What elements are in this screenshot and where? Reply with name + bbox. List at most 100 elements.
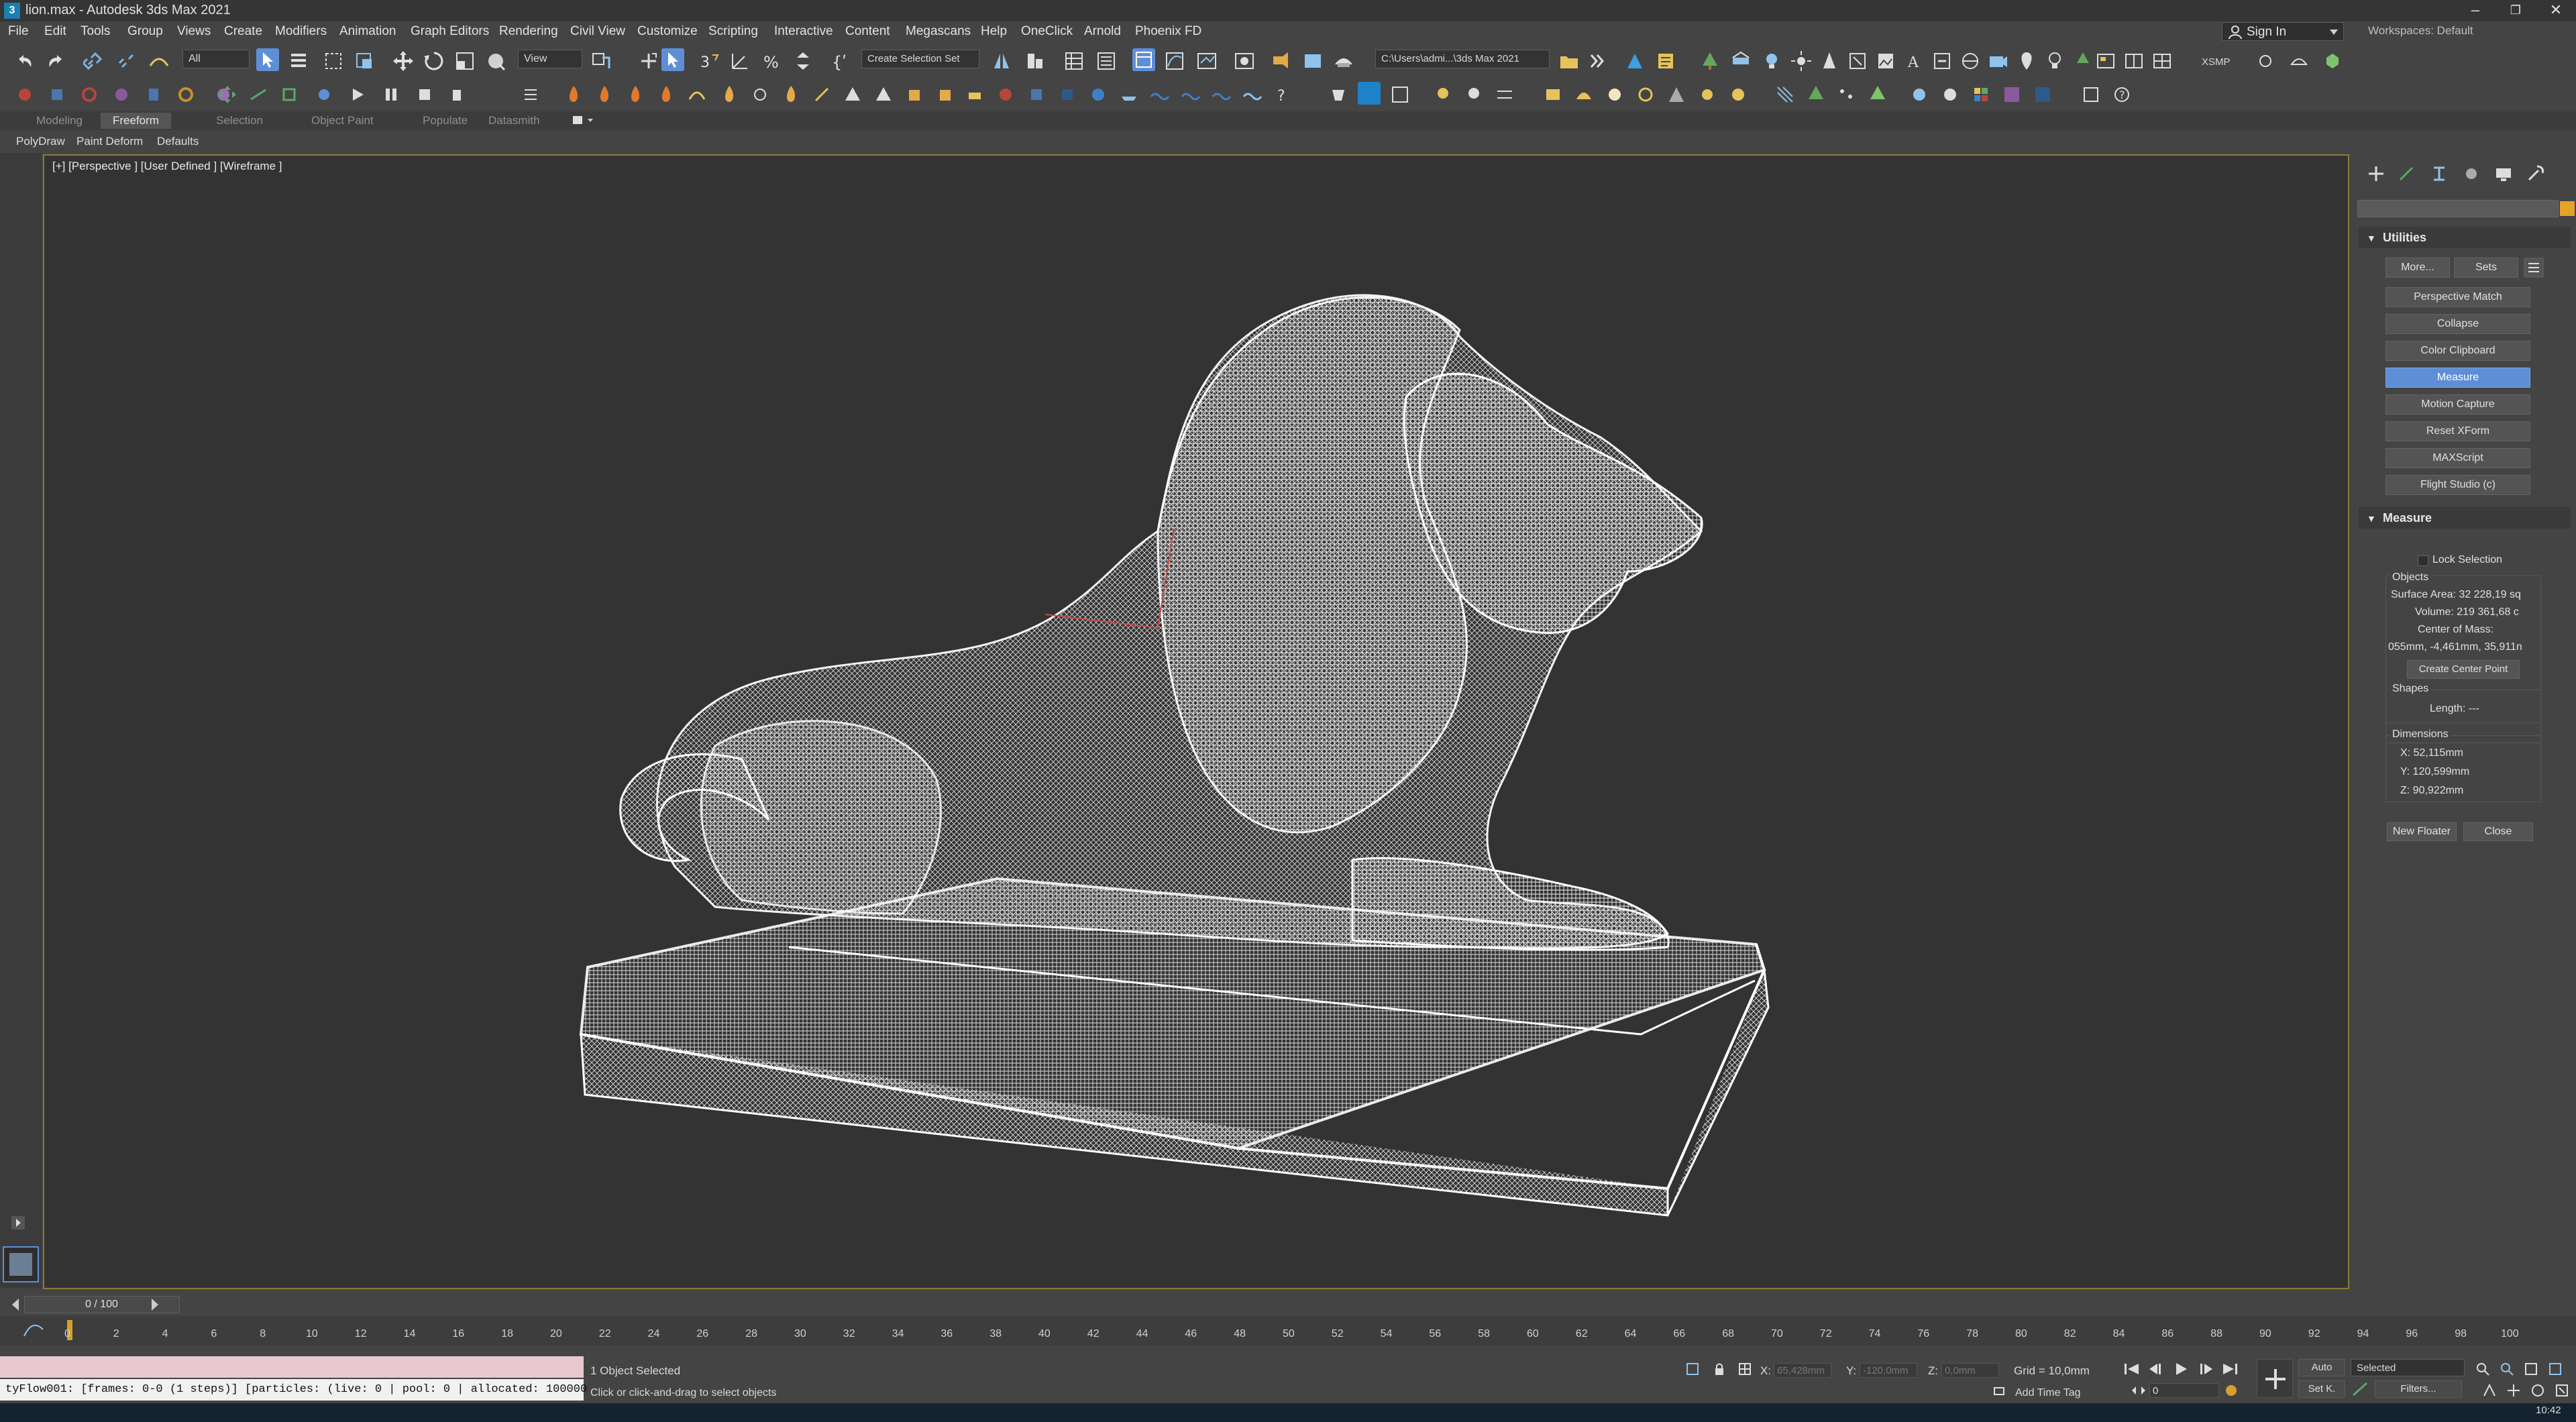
- menu-megascans[interactable]: Megascans: [906, 24, 971, 39]
- sphere-red-icon[interactable]: [13, 83, 36, 106]
- project-folder-icon[interactable]: [1558, 50, 1580, 72]
- scatter-icon[interactable]: [1835, 83, 1858, 106]
- sets-button[interactable]: Sets: [2454, 258, 2518, 278]
- marker-icon[interactable]: [2015, 50, 2038, 72]
- absolute-mode-icon[interactable]: [1737, 1362, 1752, 1376]
- circle-blue-icon[interactable]: [313, 83, 335, 106]
- zoom-all-icon[interactable]: [2500, 1362, 2514, 1376]
- maxscript-listener-output[interactable]: tyFlow001: [frames: 0-0 (1 steps)] [part…: [0, 1379, 587, 1401]
- text-tool-icon[interactable]: A: [1902, 50, 1925, 72]
- chaos-icon[interactable]: [2321, 50, 2344, 72]
- layer-explorer-icon[interactable]: [1095, 50, 1118, 72]
- torus-red-icon[interactable]: [78, 83, 101, 106]
- yellow-tool-icon[interactable]: [963, 83, 986, 106]
- menu-animation[interactable]: Animation: [339, 24, 396, 39]
- stop-icon[interactable]: [413, 83, 436, 106]
- tab-selection[interactable]: Selection: [216, 114, 263, 127]
- menu-create[interactable]: Create: [224, 24, 262, 39]
- minimize-button[interactable]: –: [2455, 0, 2496, 21]
- utilities-rollout-header[interactable]: ▼ Utilities: [2359, 227, 2571, 248]
- info-icon[interactable]: ?: [2110, 83, 2133, 106]
- dropper-icon[interactable]: [1358, 82, 1381, 105]
- link-icon[interactable]: [83, 50, 106, 72]
- x-coord-field[interactable]: 65,428mm: [1774, 1363, 1831, 1378]
- keyboard-shortcut-override-icon[interactable]: [661, 48, 684, 71]
- render-setup-icon[interactable]: [1269, 50, 1292, 72]
- project-folder-dropdown[interactable]: C:\Users\admi...\3ds Max 2021: [1375, 50, 1550, 68]
- cube-blue-icon[interactable]: [46, 83, 68, 106]
- perspective-match-button[interactable]: Perspective Match: [2385, 287, 2530, 307]
- reference-coordinate-dropdown[interactable]: View: [518, 50, 582, 68]
- ring-icon[interactable]: [1634, 83, 1657, 106]
- waves-2-icon[interactable]: [1179, 83, 1202, 106]
- hierarchy-tab-icon[interactable]: [2427, 162, 2451, 185]
- motion-tab-icon[interactable]: [2459, 162, 2483, 185]
- menu-graph-editors[interactable]: Graph Editors: [411, 24, 489, 39]
- time-next-icon[interactable]: [149, 1297, 161, 1312]
- light-lister-icon[interactable]: [1760, 50, 1783, 72]
- grid-dots-icon[interactable]: [1774, 83, 1796, 106]
- lock-selection-checkbox[interactable]: [2418, 555, 2428, 566]
- waves-1-icon[interactable]: [1148, 83, 1171, 106]
- select-by-name-icon[interactable]: [287, 50, 310, 72]
- ribbon-options-icon[interactable]: [572, 115, 596, 127]
- menu-arnold[interactable]: Arnold: [1084, 24, 1121, 39]
- close-window-button[interactable]: ✕: [2536, 0, 2576, 21]
- schematic-view-icon[interactable]: [1195, 50, 1218, 72]
- expand-layouts-icon[interactable]: [11, 1215, 25, 1230]
- percent-snap-icon[interactable]: %: [761, 50, 784, 72]
- select-object-icon[interactable]: [256, 48, 279, 71]
- menu-rendering[interactable]: Rendering: [499, 24, 558, 39]
- display-tab-icon[interactable]: [2491, 162, 2516, 185]
- maximize-viewport-icon[interactable]: [2555, 1383, 2569, 1398]
- render-camera-icon[interactable]: [1987, 50, 2010, 72]
- scene-explorer-icon[interactable]: [1063, 50, 1085, 72]
- mirror-icon[interactable]: [990, 50, 1013, 72]
- fire-2-icon[interactable]: [593, 83, 616, 106]
- menu-interactive[interactable]: Interactive: [774, 24, 833, 39]
- triangle-2-icon[interactable]: [872, 83, 895, 106]
- motion-capture-button[interactable]: Motion Capture: [2385, 394, 2530, 415]
- orbit-icon[interactable]: [2530, 1383, 2545, 1398]
- layout-thumbnail[interactable]: [3, 1246, 39, 1282]
- reset-xform-button[interactable]: Reset XForm: [2385, 421, 2530, 441]
- edit-named-selection-icon[interactable]: {ʹ: [829, 50, 852, 72]
- maxscript-listener-input[interactable]: [0, 1356, 584, 1378]
- cylinder-icon[interactable]: [142, 83, 165, 106]
- dome-icon[interactable]: [1572, 83, 1595, 106]
- maximize-button[interactable]: ❐: [2496, 0, 2536, 21]
- red-circle-icon[interactable]: [994, 83, 1017, 106]
- multi-color-icon[interactable]: [1970, 83, 1992, 106]
- tab-modeling[interactable]: Modeling: [36, 114, 83, 127]
- gear-orange-icon[interactable]: [174, 83, 197, 106]
- sky-icon[interactable]: [1727, 83, 1750, 106]
- previous-frame-icon[interactable]: [2147, 1362, 2165, 1376]
- menu-customize[interactable]: Customize: [637, 24, 698, 39]
- measure-button[interactable]: Measure: [2385, 368, 2530, 388]
- sun-icon[interactable]: [1696, 83, 1719, 106]
- subtab-paint-deform[interactable]: Paint Deform: [76, 135, 143, 148]
- tab-datasmith[interactable]: Datasmith: [488, 114, 540, 127]
- fire-3-icon[interactable]: [624, 83, 647, 106]
- menu-phoenix-fd[interactable]: Phoenix FD: [1135, 24, 1201, 39]
- selection-lock-icon[interactable]: [1712, 1362, 1727, 1376]
- menu-help[interactable]: Help: [981, 24, 1007, 39]
- play-icon[interactable]: [346, 83, 369, 106]
- frame-icon[interactable]: [1389, 83, 1411, 106]
- slider-icon[interactable]: [1493, 83, 1516, 106]
- place-icon[interactable]: [484, 50, 507, 72]
- photometric-icon[interactable]: [1846, 50, 1869, 72]
- scale-green-icon[interactable]: [278, 83, 301, 106]
- liquid-icon[interactable]: [686, 83, 708, 106]
- menu-modifiers[interactable]: Modifiers: [275, 24, 327, 39]
- selection-filter-dropdown[interactable]: All: [182, 50, 250, 68]
- rotate-icon[interactable]: [423, 50, 445, 72]
- boat-icon[interactable]: [1118, 83, 1140, 106]
- layout-1-icon[interactable]: [2094, 50, 2117, 72]
- time-configuration-icon[interactable]: [2223, 1383, 2239, 1398]
- spinner-snap-icon[interactable]: [792, 50, 814, 72]
- next-frame-icon[interactable]: [2196, 1362, 2215, 1376]
- tyflow-icon[interactable]: [1623, 50, 1646, 72]
- rect-yellow-icon[interactable]: [1542, 83, 1564, 106]
- menu-file[interactable]: File: [8, 24, 29, 39]
